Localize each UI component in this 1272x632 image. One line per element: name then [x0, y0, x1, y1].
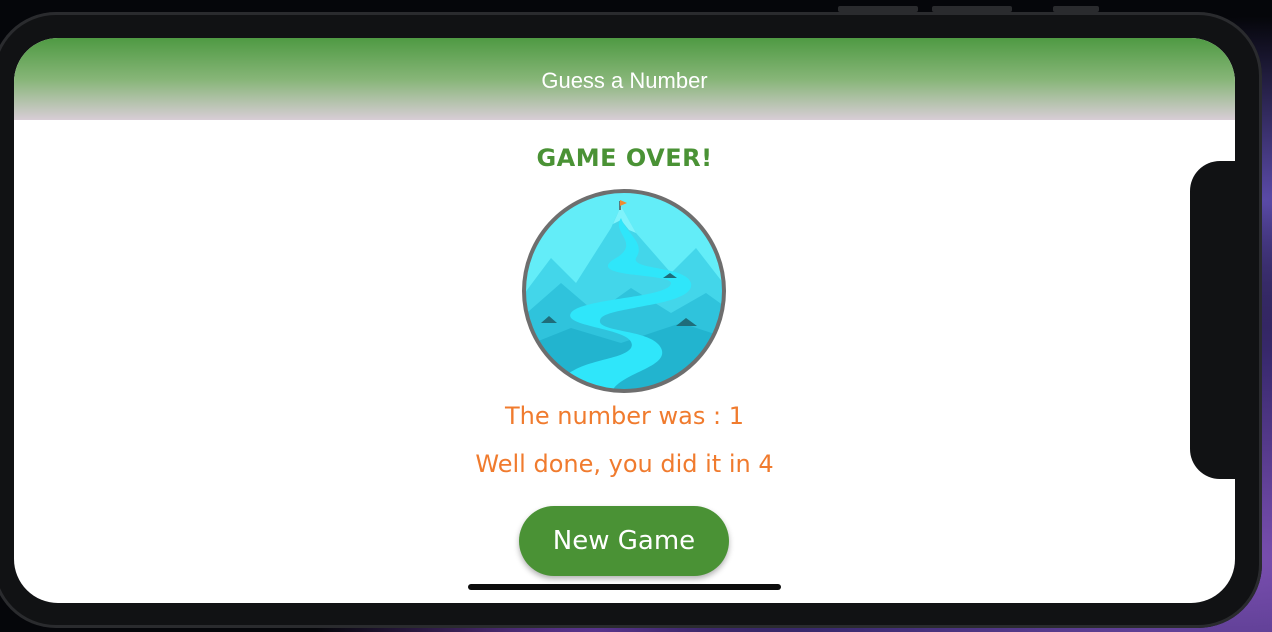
- game-over-screen: GAME OVER! The number was: 1 Well done,…: [14, 120, 1235, 603]
- game-over-title: GAME OVER!: [536, 144, 713, 172]
- power-button: [1053, 6, 1099, 12]
- mountain-path-image: [522, 189, 726, 393]
- volume-button: [932, 6, 1012, 12]
- device-notch: [1190, 161, 1250, 479]
- home-indicator[interactable]: [468, 584, 781, 590]
- navigation-header: Guess a Number: [14, 38, 1235, 120]
- number-reveal-text: The number was : 1: [504, 402, 744, 430]
- rounds-summary-text: Well done, you did it in 4: [475, 450, 774, 478]
- new-game-button[interactable]: New Game: [519, 506, 729, 576]
- volume-button: [838, 6, 918, 12]
- header-title: Guess a Number: [541, 68, 708, 93]
- app-screen: Guess a Number GAME OVER! The number was…: [14, 38, 1235, 603]
